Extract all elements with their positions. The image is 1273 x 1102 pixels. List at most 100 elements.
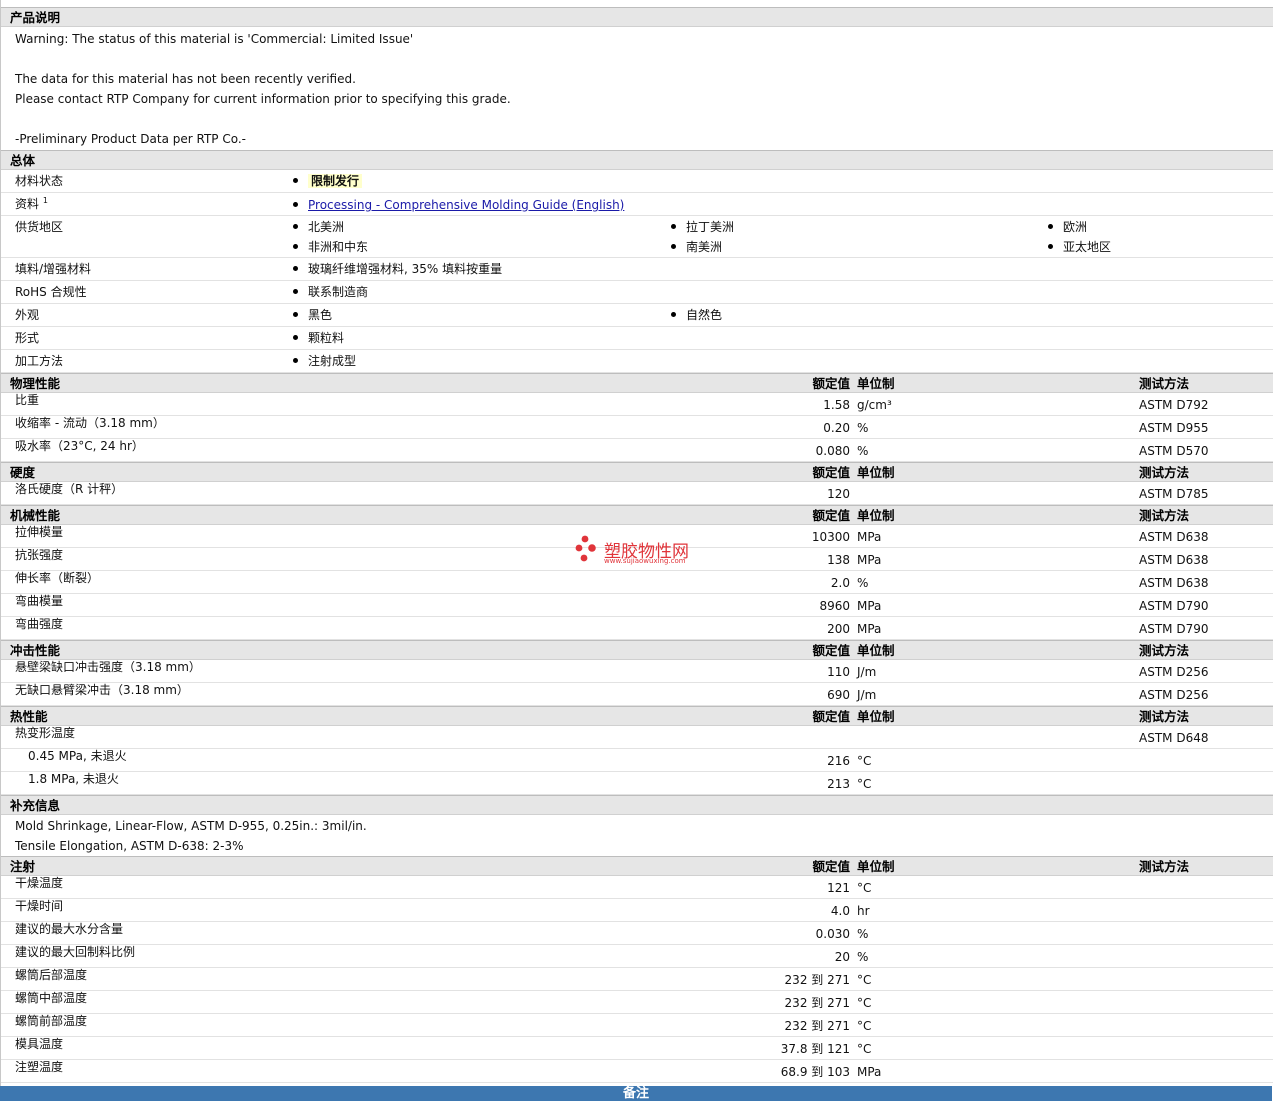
unit-value: % <box>857 576 869 590</box>
row-label: 弯曲强度 <box>15 617 64 631</box>
col-header-method: 测试方法 <box>1139 508 1190 523</box>
process-value: 注射成型 <box>308 354 357 368</box>
col-header-method: 测试方法 <box>1139 376 1190 391</box>
bullet-icon <box>293 335 298 340</box>
section-header-mechanical: 机械性能 额定值 单位制 测试方法 <box>1 505 1273 525</box>
row-label: 材料状态 <box>15 174 64 188</box>
bullet-item: 黑色 <box>293 305 332 325</box>
row-label: 拉伸模量 <box>15 525 64 539</box>
row-label: 螺筒中部温度 <box>15 991 88 1005</box>
unit-value: % <box>857 444 869 458</box>
unit-value: hr <box>857 904 870 918</box>
section-header-physical: 物理性能 额定值 单位制 测试方法 <box>1 373 1273 393</box>
processing-guide-link[interactable]: Processing - Comprehensive Molding Guide… <box>308 198 624 212</box>
table-row: 建议的最大水分含量 0.030% <box>1 922 1273 945</box>
nominal-value: 68.9 到 103 <box>780 1065 850 1079</box>
nominal-value: 37.8 到 121 <box>780 1042 850 1056</box>
bullet-item: 注射成型 <box>293 351 356 371</box>
row-label: 0.45 MPa, 未退火 <box>28 749 127 763</box>
bullet-icon <box>293 224 298 229</box>
unit-value: °C <box>857 996 872 1010</box>
notes-title: 备注 <box>622 1086 649 1101</box>
section-header-general: 总体 <box>1 150 1273 170</box>
nominal-value: 200 <box>827 622 850 636</box>
col-header-nominal: 额定值 <box>812 465 850 480</box>
extra-info-line: Mold Shrinkage, Linear-Flow, ASTM D-955,… <box>15 819 367 833</box>
col-header-unit: 单位制 <box>857 508 895 523</box>
row-label: 无缺口悬臂梁冲击（3.18 mm） <box>15 683 189 697</box>
row-label: 供货地区 <box>15 220 64 234</box>
section-title: 产品说明 <box>10 10 61 25</box>
row-label: 热变形温度 <box>15 726 76 740</box>
nominal-value: 232 到 271 <box>784 996 850 1010</box>
row-label: 外观 <box>15 308 40 322</box>
table-row: 悬壁梁缺口冲击强度（3.18 mm） 110 J/m ASTM D256 <box>1 660 1273 683</box>
col-header-unit: 单位制 <box>857 709 895 724</box>
table-row: 干燥温度 121 °C <box>1 876 1273 899</box>
unit-value: °C <box>857 1042 872 1056</box>
col-header-method: 测试方法 <box>1139 465 1190 480</box>
supply-region: 非洲和中东 <box>308 240 369 254</box>
bullet-icon <box>671 224 676 229</box>
bullet-item: 联系制造商 <box>293 282 368 302</box>
general-row-docs: 资料 1 Processing - Comprehensive Molding … <box>1 193 1273 216</box>
bullet-item: 非洲和中东 <box>293 237 368 257</box>
row-label: 抗张强度 <box>15 548 64 562</box>
bullet-icon <box>1048 224 1053 229</box>
desc-line: Warning: The status of this material is … <box>15 32 414 46</box>
supply-region: 北美洲 <box>308 220 345 234</box>
row-label: 弯曲模量 <box>15 594 64 608</box>
row-label: 伸长率（断裂） <box>15 571 100 585</box>
test-method: ASTM D955 <box>1139 421 1209 435</box>
row-label: 1.8 MPa, 未退火 <box>28 772 119 786</box>
table-row: 无缺口悬臂梁冲击（3.18 mm） 690 J/m ASTM D256 <box>1 683 1273 706</box>
section-title: 总体 <box>10 153 36 168</box>
nominal-value: 232 到 271 <box>784 973 850 987</box>
bullet-icon <box>293 289 298 294</box>
row-label: 资料 1 <box>15 195 48 212</box>
bullet-item: 欧洲 <box>1048 217 1087 237</box>
nominal-value: 1.58 <box>823 398 850 412</box>
notes-footer-bar: 备注 <box>0 1086 1272 1101</box>
row-label: 收缩率 - 流动（3.18 mm） <box>15 416 165 430</box>
nominal-value: 4.0 <box>830 904 850 918</box>
appearance-value: 黑色 <box>308 308 333 322</box>
unit-value: °C <box>857 881 872 895</box>
col-header-nominal: 额定值 <box>812 709 850 724</box>
table-row: 1.8 MPa, 未退火 213 °C <box>1 772 1273 795</box>
test-method: ASTM D638 <box>1139 576 1209 590</box>
nominal-value: 2.0 <box>830 576 850 590</box>
desc-line: The data for this material has not been … <box>15 72 356 86</box>
watermark-logo: 塑胶物性网 www.sujiaowuxing.com <box>575 535 689 570</box>
table-row: 干燥时间 4.0 hr <box>1 899 1273 922</box>
desc-line <box>1 109 1273 129</box>
bullet-item: 限制发行 <box>293 171 363 191</box>
watermark-dots-icon <box>575 535 596 562</box>
row-label: 建议的最大水分含量 <box>15 922 124 936</box>
test-method: ASTM D570 <box>1139 444 1209 458</box>
bullet-item: 颗粒料 <box>293 328 344 348</box>
bullet-icon <box>293 178 298 183</box>
unit-value: MPa <box>857 1065 882 1079</box>
desc-line: -Preliminary Product Data per RTP Co.- <box>15 132 246 146</box>
col-header-method: 测试方法 <box>1139 643 1190 658</box>
nominal-value: 8960 <box>819 599 850 613</box>
test-method: ASTM D790 <box>1139 599 1209 613</box>
bullet-item: 南美洲 <box>671 237 722 257</box>
properties: 物理性能 额定值 单位制 测试方法 比重 1.58 g/cm³ ASTM D792 收缩率 - … <box>1 373 1273 1083</box>
col-header-method: 测试方法 <box>1139 709 1190 724</box>
table-row: 比重 1.58 g/cm³ ASTM D792 <box>1 393 1273 416</box>
unit-value: % <box>857 950 869 964</box>
supply-region: 亚太地区 <box>1063 240 1112 254</box>
nominal-value: 232 到 271 <box>784 1019 850 1033</box>
test-method: ASTM D256 <box>1139 665 1209 679</box>
unit-value: °C <box>857 973 872 987</box>
table-row: 螺筒后部温度 232 到 271 °C <box>1 968 1273 991</box>
general-row-filler: 填料/增强材料 玻璃纤维增强材料, 35% 填料按重量 <box>1 258 1273 281</box>
bullet-icon <box>671 312 676 317</box>
nominal-value: 0.030 <box>815 927 850 941</box>
general-row-status: 材料状态 限制发行 <box>1 170 1273 193</box>
nominal-value: 213 <box>827 777 850 791</box>
bullet-item: 亚太地区 <box>1048 237 1111 257</box>
row-label: RoHS 合规性 <box>15 285 87 299</box>
